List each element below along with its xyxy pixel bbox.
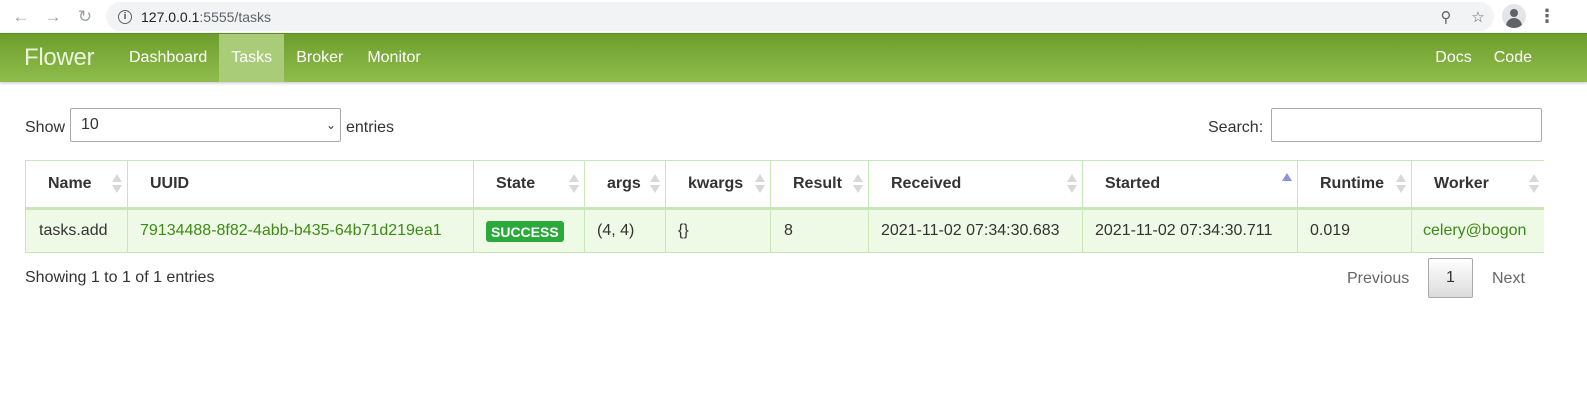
search-label: Search: bbox=[1208, 119, 1264, 136]
sort-icon bbox=[650, 174, 660, 194]
nav-item-monitor[interactable]: Monitor bbox=[355, 34, 432, 82]
url-host: 127.0.0.1 bbox=[141, 8, 200, 25]
brand-logo[interactable]: Flower bbox=[0, 34, 110, 82]
sort-ascending-icon bbox=[1282, 173, 1292, 193]
nav-item-tasks[interactable]: Tasks bbox=[219, 34, 285, 82]
column-label: args bbox=[607, 175, 641, 192]
task-uuid-link[interactable]: 79134488-8f82-4abb-b435-64b71d219ea1 bbox=[140, 222, 442, 239]
nav-item-broker[interactable]: Broker bbox=[284, 34, 355, 82]
column-header-name[interactable]: Name bbox=[25, 160, 128, 210]
table-header-row: Name UUID State args kwargs Result Recei… bbox=[25, 160, 1544, 210]
table-row: tasks.add 79134488-8f82-4abb-b435-64b71d… bbox=[25, 208, 1544, 253]
forward-arrow-icon[interactable]: → bbox=[37, 0, 69, 33]
cell-state: SUCCESS bbox=[473, 208, 585, 253]
nav-item-code[interactable]: Code bbox=[1483, 34, 1543, 82]
next-button[interactable]: Next bbox=[1492, 270, 1525, 288]
reload-icon[interactable]: ↻ bbox=[69, 0, 101, 33]
sort-icon bbox=[1528, 174, 1539, 194]
cell-started: 2021-11-02 07:34:30.711 bbox=[1082, 208, 1298, 253]
column-header-result[interactable]: Result bbox=[770, 160, 869, 210]
column-header-runtime[interactable]: Runtime bbox=[1297, 160, 1412, 210]
column-label: UUID bbox=[150, 175, 190, 192]
search-input[interactable] bbox=[1271, 108, 1542, 142]
table-controls: Show 10 ⌄ entries Search: bbox=[0, 82, 1587, 159]
entries-label: entries bbox=[346, 119, 395, 136]
sort-icon bbox=[112, 174, 122, 194]
nav-item-docs[interactable]: Docs bbox=[1424, 34, 1482, 82]
column-header-args[interactable]: args bbox=[584, 160, 666, 210]
column-label: Result bbox=[793, 175, 842, 192]
column-header-kwargs[interactable]: kwargs bbox=[665, 160, 771, 210]
sort-icon bbox=[569, 174, 579, 194]
cell-kwargs: {} bbox=[665, 208, 771, 253]
page-length-value: 10 bbox=[81, 116, 99, 133]
sort-icon bbox=[1396, 174, 1406, 194]
cell-args: (4, 4) bbox=[584, 208, 666, 253]
url-path: :5555/tasks bbox=[199, 8, 271, 25]
cell-result: 8 bbox=[770, 208, 869, 253]
cell-uuid: 79134488-8f82-4abb-b435-64b71d219ea1 bbox=[127, 208, 474, 253]
column-header-received[interactable]: Received bbox=[868, 160, 1083, 210]
column-label: kwargs bbox=[688, 175, 744, 192]
page-length-select[interactable]: 10 ⌄ bbox=[70, 108, 341, 142]
column-label: Worker bbox=[1434, 175, 1489, 192]
top-navbar: Flower Dashboard Tasks Broker Monitor Do… bbox=[0, 33, 1587, 82]
nav-menu: Dashboard Tasks Broker Monitor bbox=[117, 34, 433, 82]
menu-kebab-icon[interactable]: ⋮ bbox=[1538, 0, 1556, 33]
browser-toolbar: ← → ↻ i 127.0.0.1:5555/tasks ⚲ ☆ ⋮ bbox=[0, 0, 1587, 33]
nav-right-menu: Docs Code bbox=[1424, 34, 1543, 82]
url-text[interactable]: 127.0.0.1:5555/tasks bbox=[141, 9, 271, 25]
address-bar[interactable]: i 127.0.0.1:5555/tasks ⚲ ☆ bbox=[106, 2, 1494, 31]
back-arrow-icon[interactable]: ← bbox=[5, 0, 37, 33]
column-header-worker[interactable]: Worker bbox=[1411, 160, 1544, 210]
cell-worker: celery@bogon bbox=[1411, 208, 1544, 253]
column-label: State bbox=[496, 175, 536, 192]
column-header-started[interactable]: Started bbox=[1082, 160, 1298, 210]
star-icon[interactable]: ☆ bbox=[1462, 2, 1494, 31]
cell-name: tasks.add bbox=[25, 208, 128, 253]
status-badge: SUCCESS bbox=[486, 220, 564, 242]
column-header-state[interactable]: State bbox=[473, 160, 585, 210]
previous-button[interactable]: Previous bbox=[1347, 270, 1409, 288]
page-1-button[interactable]: 1 bbox=[1428, 258, 1473, 298]
table-info: Showing 1 to 1 of 1 entries bbox=[25, 269, 215, 286]
cell-runtime: 0.019 bbox=[1297, 208, 1412, 253]
column-header-uuid[interactable]: UUID bbox=[127, 160, 474, 210]
worker-link[interactable]: celery@bogon bbox=[1423, 222, 1526, 239]
sort-icon bbox=[853, 174, 863, 194]
profile-icon[interactable] bbox=[1502, 4, 1526, 28]
nav-item-dashboard[interactable]: Dashboard bbox=[117, 34, 219, 82]
show-label: Show bbox=[25, 119, 66, 136]
zoom-icon[interactable]: ⚲ bbox=[1430, 2, 1462, 31]
column-label: Name bbox=[48, 175, 92, 192]
info-icon[interactable]: i bbox=[118, 9, 132, 24]
column-label: Received bbox=[891, 175, 962, 192]
column-label: Started bbox=[1105, 175, 1161, 192]
sort-icon bbox=[755, 174, 765, 194]
cell-received: 2021-11-02 07:34:30.683 bbox=[868, 208, 1083, 253]
tasks-table: Name UUID State args kwargs Result Recei… bbox=[25, 160, 1544, 253]
chevron-down-icon: ⌄ bbox=[325, 118, 336, 132]
sort-icon bbox=[1067, 174, 1077, 194]
column-label: Runtime bbox=[1320, 175, 1384, 192]
